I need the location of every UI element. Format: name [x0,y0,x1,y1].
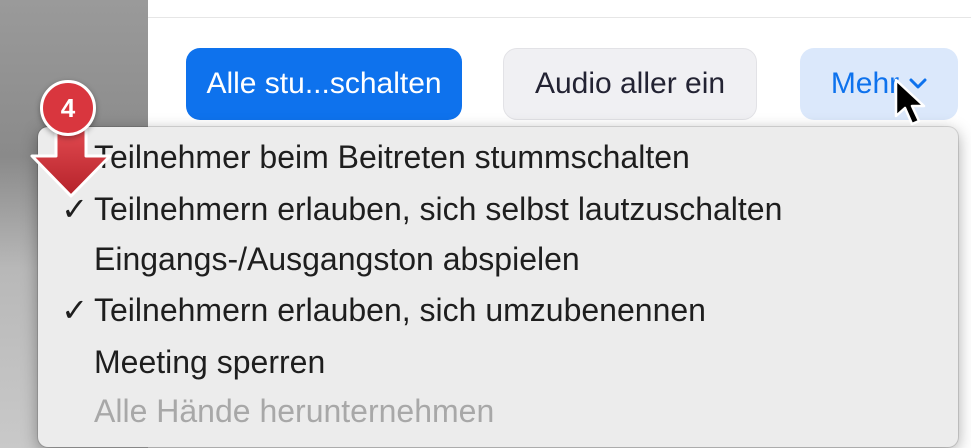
checkmark-icon: ✓ [61,292,88,328]
more-options-menu: Teilnehmer beim Beitreten stummschalten … [38,127,958,447]
unmute-all-button[interactable]: Audio aller ein [503,48,757,120]
menu-item-label: Meeting sperren [94,343,326,380]
menu-item-label: Eingangs-/Ausgangston abspielen [94,240,580,277]
more-label: Mehr [830,67,900,100]
unmute-all-label: Audio aller ein [534,67,726,100]
step-number: 4 [60,92,76,123]
menu-item-play-chime[interactable]: Eingangs-/Ausgangston abspielen [38,233,958,285]
menu-item-mute-on-entry[interactable]: Teilnehmer beim Beitreten stummschalten [38,131,958,183]
mouse-pointer-icon [894,78,926,126]
mute-all-label: Alle stu...schalten [206,67,442,100]
menu-item-label: Teilnehmer beim Beitreten stummschalten [94,138,690,175]
down-arrow-icon [30,126,112,198]
menu-item-lock-meeting[interactable]: Meeting sperren [38,336,958,388]
menu-item-label: Teilnehmern erlauben, sich umzubenennen [94,291,706,328]
menu-item-allow-self-unmute[interactable]: ✓ Teilnehmern erlauben, sich selbst laut… [38,183,958,235]
menu-item-label: Teilnehmern erlauben, sich selbst lautzu… [94,190,783,227]
panel-divider [148,17,971,18]
mute-all-button[interactable]: Alle stu...schalten [186,48,462,120]
menu-item-lower-all-hands: Alle Hände herunternehmen [38,385,958,437]
more-button[interactable]: Mehr [800,48,958,120]
step-number-badge: 4 [40,80,96,136]
menu-item-label: Alle Hände herunternehmen [94,392,495,429]
menu-item-allow-rename[interactable]: ✓ Teilnehmern erlauben, sich umzubenenne… [38,284,958,336]
